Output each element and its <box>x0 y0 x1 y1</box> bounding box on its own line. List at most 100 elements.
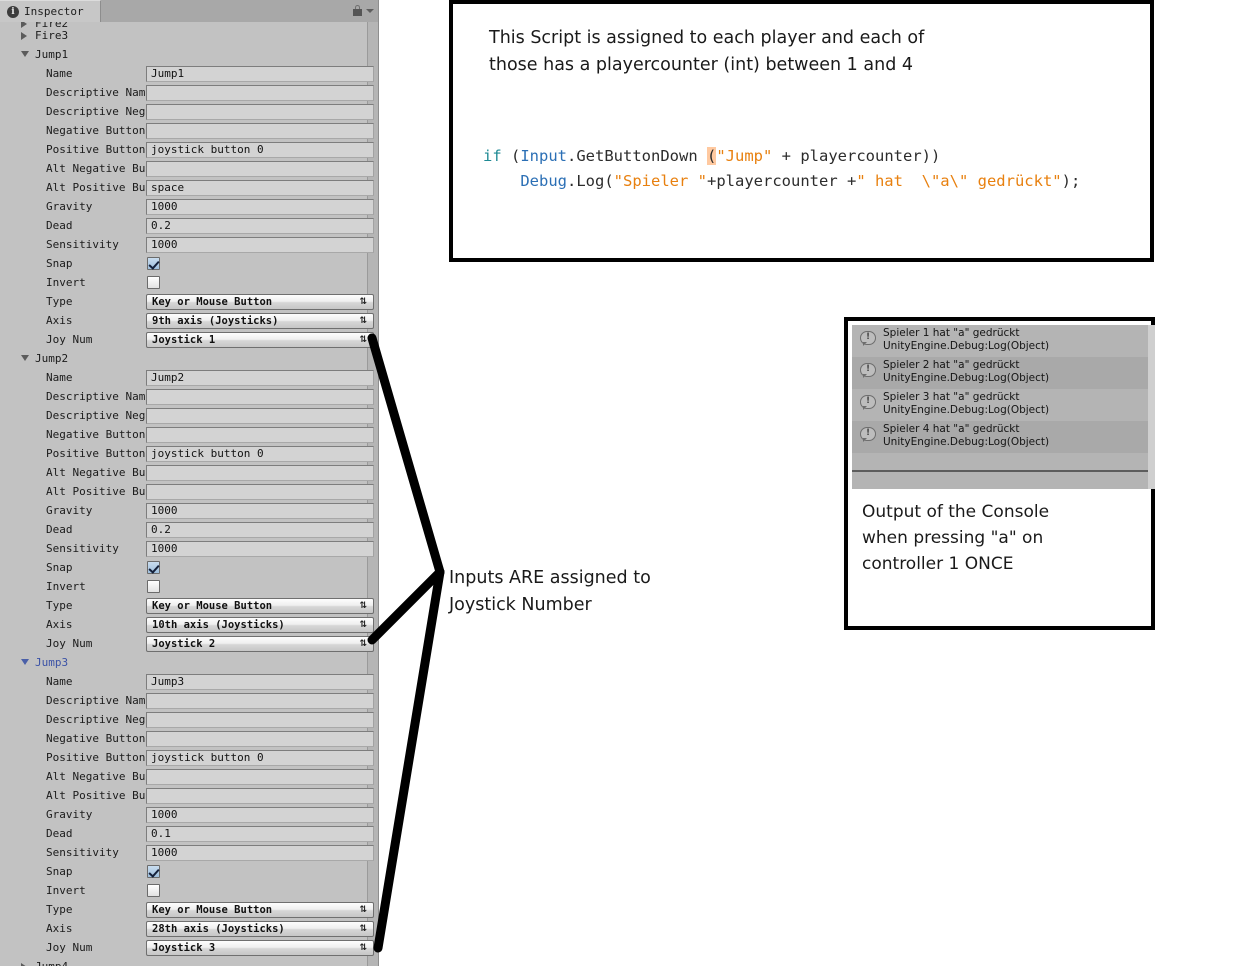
row-joy-num: Joy Num Joystick 1 ⇅ <box>0 331 378 350</box>
group-header-jump3[interactable]: Jump3 <box>0 654 378 673</box>
group-header-jump2[interactable]: Jump2 <box>0 350 378 369</box>
field-label: Alt Positive Button <box>46 789 148 802</box>
row-alt-negative-button: Alt Negative Button <box>0 160 378 179</box>
type-dropdown[interactable]: Key or Mouse Button ⇅ <box>146 902 374 918</box>
gravity-input[interactable]: 1000 <box>146 807 374 823</box>
descriptive-name-input[interactable] <box>146 85 374 101</box>
sensitivity-input[interactable]: 1000 <box>146 237 374 253</box>
lock-icon[interactable] <box>353 5 362 16</box>
row-positive-button: Positive Button joystick button 0 <box>0 749 378 768</box>
negative-button-input[interactable] <box>146 123 374 139</box>
console-caption: Output of the Console when pressing "a" … <box>862 499 1137 577</box>
alt-positive-button-input[interactable] <box>146 788 374 804</box>
row-sensitivity: Sensitivity 1000 <box>0 540 378 559</box>
negative-button-input[interactable] <box>146 731 374 747</box>
dead-input[interactable]: 0.2 <box>146 522 374 538</box>
alt-negative-button-input[interactable] <box>146 161 374 177</box>
joy-num-dropdown[interactable]: Joystick 2 ⇅ <box>146 636 374 652</box>
group-header-fire3[interactable]: Fire3 <box>0 27 378 46</box>
gravity-input[interactable]: 1000 <box>146 199 374 215</box>
annotation-label-line2: Joystick Number <box>449 595 592 615</box>
info-bubble-icon: ! <box>860 395 876 410</box>
disclosure-triangle-icon[interactable] <box>21 659 29 665</box>
alt-negative-button-input[interactable] <box>146 769 374 785</box>
descriptive-name-input[interactable] <box>146 389 374 405</box>
disclosure-triangle-icon[interactable] <box>21 51 29 57</box>
field-label: Axis <box>46 618 73 631</box>
annotation-label: Inputs ARE assigned to Joystick Number <box>449 565 679 619</box>
sensitivity-input[interactable]: 1000 <box>146 845 374 861</box>
disclosure-triangle-icon[interactable] <box>21 32 27 40</box>
field-label: Snap <box>46 865 73 878</box>
positive-button-input[interactable]: joystick button 0 <box>146 446 374 462</box>
field-label: Dead <box>46 219 73 232</box>
positive-button-input[interactable]: joystick button 0 <box>146 142 374 158</box>
snap-checkbox[interactable] <box>147 257 160 270</box>
name-input[interactable]: Jump3 <box>146 674 374 690</box>
axis-dropdown[interactable]: 10th axis (Joysticks) ⇅ <box>146 617 374 633</box>
console-log-entry[interactable]: ! Spieler 3 hat "a" gedrückt UnityEngine… <box>852 389 1148 421</box>
chevron-down-icon[interactable] <box>366 9 374 13</box>
tab-inspector[interactable]: i Inspector <box>0 0 101 22</box>
axis-dropdown[interactable]: 28th axis (Joysticks) ⇅ <box>146 921 374 937</box>
snap-checkbox[interactable] <box>147 865 160 878</box>
descriptive-name-input[interactable] <box>146 693 374 709</box>
descriptive-negative-name-input[interactable] <box>146 712 374 728</box>
row-descriptive-name: Descriptive Name <box>0 388 378 407</box>
console-log-list[interactable]: ! Spieler 1 hat "a" gedrückt UnityEngine… <box>852 325 1148 470</box>
field-label: Gravity <box>46 200 93 213</box>
type-dropdown[interactable]: Key or Mouse Button ⇅ <box>146 598 374 614</box>
sensitivity-input[interactable]: 1000 <box>146 541 374 557</box>
type-dropdown[interactable]: Key or Mouse Button ⇅ <box>146 294 374 310</box>
info-bubble-icon: ! <box>860 331 876 346</box>
console-log-entry[interactable]: ! Spieler 1 hat "a" gedrückt UnityEngine… <box>852 325 1148 357</box>
group-header-jump4[interactable]: Jump4 <box>0 958 378 966</box>
field-label: Dead <box>46 523 73 536</box>
console-log-stack: UnityEngine.Debug:Log(Object) <box>883 372 1050 384</box>
row-invert: Invert <box>0 274 378 293</box>
positive-button-input[interactable]: joystick button 0 <box>146 750 374 766</box>
invert-checkbox[interactable] <box>147 884 160 897</box>
alt-negative-button-input[interactable] <box>146 465 374 481</box>
code-class-debug: Debug <box>520 172 567 190</box>
row-type: Type Key or Mouse Button ⇅ <box>0 901 378 920</box>
field-label: Descriptive Name <box>46 390 148 403</box>
alt-positive-button-input[interactable] <box>146 484 374 500</box>
field-label: Positive Button <box>46 143 146 156</box>
alt-positive-button-input[interactable]: space <box>146 180 374 196</box>
row-joy-num: Joy Num Joystick 2 ⇅ <box>0 635 378 654</box>
code-string-hat-gedrueckt: " hat \"a\" gedrückt" <box>856 172 1062 190</box>
descriptive-negative-name-input[interactable] <box>146 408 374 424</box>
group-header-jump1[interactable]: Jump1 <box>0 46 378 65</box>
dead-input[interactable]: 0.1 <box>146 826 374 842</box>
field-label: Name <box>46 67 73 80</box>
gravity-input[interactable]: 1000 <box>146 503 374 519</box>
name-input[interactable]: Jump2 <box>146 370 374 386</box>
invert-checkbox[interactable] <box>147 276 160 289</box>
row-dead: Dead 0.1 <box>0 825 378 844</box>
name-input[interactable]: Jump1 <box>146 66 374 82</box>
disclosure-triangle-icon[interactable] <box>21 355 29 361</box>
descriptive-negative-name-input[interactable] <box>146 104 374 120</box>
axis-dropdown[interactable]: 9th axis (Joysticks) ⇅ <box>146 313 374 329</box>
snap-checkbox[interactable] <box>147 561 160 574</box>
invert-checkbox[interactable] <box>147 580 160 593</box>
code-method-log: .Log( <box>567 172 614 190</box>
inspector-titlebar: i Inspector <box>0 0 378 22</box>
script-explanation-note: This Script is assigned to each player a… <box>449 0 1154 262</box>
joy-num-dropdown[interactable]: Joystick 1 ⇅ <box>146 332 374 348</box>
negative-button-input[interactable] <box>146 427 374 443</box>
code-line1-tail: + playercounter)) <box>772 147 941 165</box>
console-log-entry[interactable]: ! Spieler 2 hat "a" gedrückt UnityEngine… <box>852 357 1148 389</box>
console-caption-line3: controller 1 ONCE <box>862 554 1014 574</box>
joy-num-dropdown[interactable]: Joystick 3 ⇅ <box>146 940 374 956</box>
row-invert: Invert <box>0 578 378 597</box>
console-log-entry[interactable]: ! Spieler 4 hat "a" gedrückt UnityEngine… <box>852 421 1148 453</box>
dead-input[interactable]: 0.2 <box>146 218 374 234</box>
field-label: Negative Button <box>46 732 146 745</box>
console-scrollbar[interactable] <box>1148 325 1155 489</box>
tab-inspector-label: Inspector <box>24 5 84 18</box>
code-string-jump: "Jump" <box>716 147 773 165</box>
row-name: Name Jump2 <box>0 369 378 388</box>
unity-inspector-panel: i Inspector Fire2 Fire3 Jump1 Name Jump1 <box>0 0 379 966</box>
